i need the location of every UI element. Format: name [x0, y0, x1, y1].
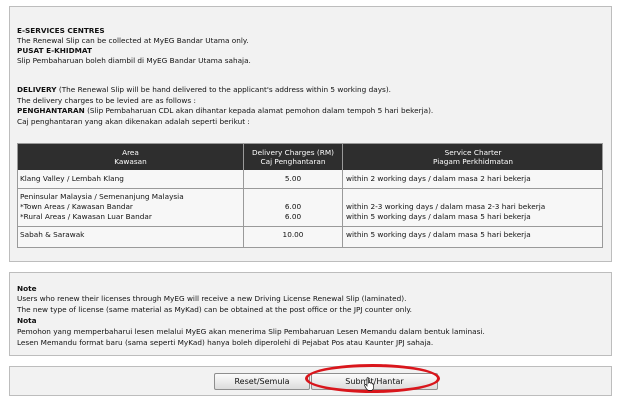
table-cell-area: *Town Areas / Kawasan Bandar — [20, 202, 133, 211]
header-charter-bm: Piagam Perkhidmatan — [433, 157, 513, 166]
row-divider — [18, 226, 602, 227]
delivery-text-bm-1: (Slip Pembaharuan CDL akan dihantar kepa… — [87, 106, 434, 115]
header-charter-en: Service Charter — [444, 148, 502, 157]
note-text-en-2: The new type of license (same material a… — [17, 305, 412, 314]
delivery-text-en-2: The delivery charges to be levied are as… — [17, 96, 196, 105]
header-area-en: Area — [122, 148, 139, 157]
eservices-text-en: The Renewal Slip can be collected at MyE… — [17, 36, 249, 45]
table-cell-charge: 5.00 — [284, 174, 302, 183]
table-cell-charge: 10.00 — [282, 230, 304, 239]
table-cell-charter: within 2 working days / dalam masa 2 har… — [346, 174, 531, 183]
submit-button[interactable]: Submit/Hantar — [311, 373, 438, 390]
header-charges: Delivery Charges (RM) Caj Penghantaran — [244, 148, 342, 166]
eservices-heading: E-SERVICES CENTRES — [17, 26, 105, 35]
delivery-text-bm-2: Caj penghantaran yang akan dikenakan ada… — [17, 117, 250, 126]
table-cell-charge: 6.00 — [284, 212, 302, 221]
delivery-text-en-1: (The Renewal Slip will be hand delivered… — [58, 85, 392, 94]
delivery-heading: DELIVERY — [17, 85, 57, 94]
delivery-heading-bm: PENGHANTARAN — [17, 106, 85, 115]
header-charges-en: Delivery Charges (RM) — [252, 148, 334, 157]
reset-button[interactable]: Reset/Semula — [214, 373, 310, 390]
header-area: Area Kawasan — [18, 148, 243, 166]
table-cell-area: Klang Valley / Lembah Klang — [20, 174, 124, 183]
note-panel: Note Users who renew their licenses thro… — [9, 272, 612, 356]
note-text-bm-2: Lesen Memandu format baru (sama seperti … — [17, 338, 434, 347]
table-header: Area Kawasan Delivery Charges (RM) Caj P… — [18, 144, 602, 170]
table-cell-charge: 6.00 — [284, 202, 302, 211]
table-cell-area-title: Peninsular Malaysia / Semenanjung Malays… — [20, 192, 184, 201]
note-heading-bm: Nota — [17, 316, 37, 325]
delivery-line-en-1: DELIVERY (The Renewal Slip will be hand … — [17, 85, 391, 94]
eservices-text-bm: Slip Pembaharuan boleh diambil di MyEG B… — [17, 56, 251, 65]
delivery-info-panel: E-SERVICES CENTRES The Renewal Slip can … — [9, 6, 612, 262]
note-heading: Note — [17, 284, 37, 293]
table-cell-area: Sabah & Sarawak — [20, 230, 85, 239]
row-divider — [18, 188, 602, 189]
delivery-charges-table: Area Kawasan Delivery Charges (RM) Caj P… — [17, 143, 603, 248]
note-text-en-1: Users who renew their licenses through M… — [17, 294, 407, 303]
hand-cursor-icon — [364, 377, 374, 391]
header-charges-bm: Caj Penghantaran — [260, 157, 326, 166]
delivery-line-bm-1: PENGHANTARAN (Slip Pembaharuan CDL akan … — [17, 106, 433, 115]
header-area-bm: Kawasan — [114, 157, 147, 166]
table-cell-charter: within 5 working days / dalam masa 5 har… — [346, 212, 531, 221]
column-divider — [342, 144, 343, 247]
eservices-heading-bm: PUSAT E-KHIDMAT — [17, 46, 92, 55]
table-cell-charter: within 2-3 working days / dalam masa 2-3… — [346, 202, 546, 211]
table-cell-area: *Rural Areas / Kawasan Luar Bandar — [20, 212, 152, 221]
header-charter: Service Charter Piagam Perkhidmatan — [343, 148, 603, 166]
table-cell-charter: within 5 working days / dalam masa 5 har… — [346, 230, 531, 239]
note-text-bm-1: Pemohon yang memperbaharui lesen melalui… — [17, 327, 485, 336]
